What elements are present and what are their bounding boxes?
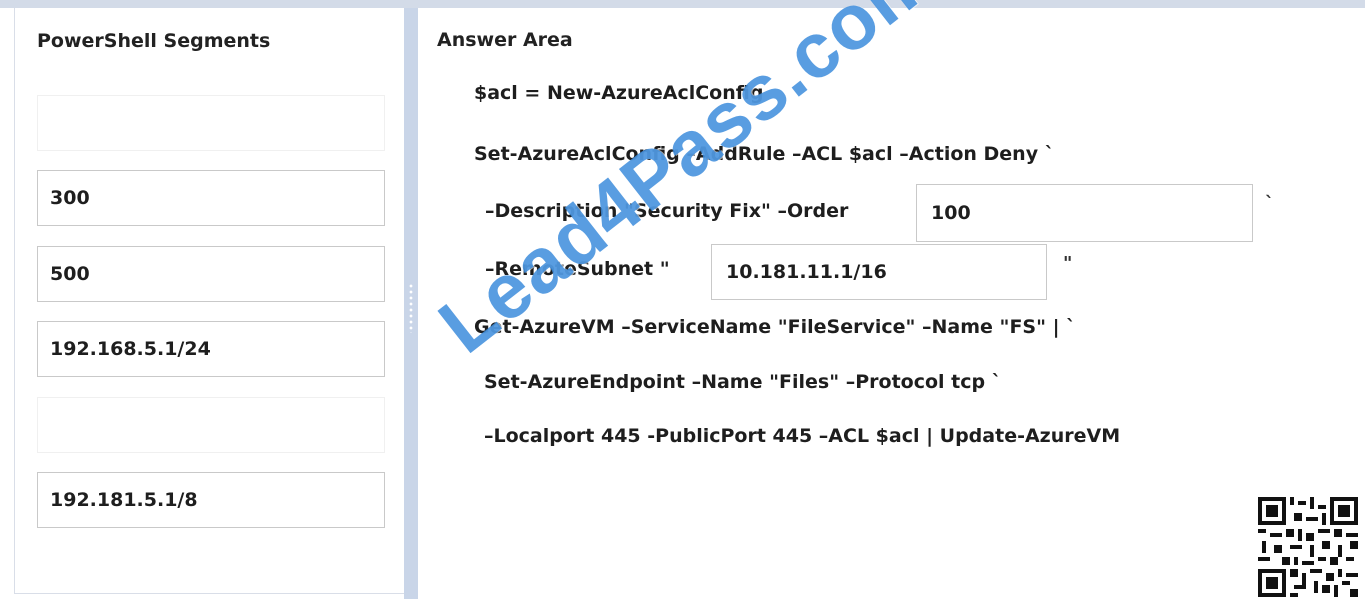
segment-slot-empty[interactable] (37, 95, 385, 151)
code-line-5: Get-AzureVM –ServiceName "FileService" –… (474, 316, 1076, 338)
segments-panel-title: PowerShell Segments (37, 30, 271, 52)
segment-192-181-5-1-8[interactable]: 192.181.5.1/8 (37, 472, 385, 528)
code-line-6: Set-AzureEndpoint –Name "Files" –Protoco… (484, 371, 1002, 393)
code-line-4: –RemoteSubnet " (485, 258, 670, 280)
line-continuation: ` (1265, 193, 1274, 214)
code-line-3: –Description "Security Fix" –Order (485, 200, 849, 222)
order-drop-target[interactable]: 100 (916, 184, 1253, 242)
segment-300[interactable]: 300 (37, 170, 385, 226)
segment-500[interactable]: 500 (37, 246, 385, 302)
code-line-2: Set-AzureAclConfig –AddRule –ACL $acl –A… (474, 143, 1055, 165)
drag-drop-question: PowerShell Segments 300 500 192.168.5.1/… (0, 0, 1365, 599)
grip-dots-icon (409, 283, 413, 333)
code-line-1: $acl = New-AzureAclConfig (474, 82, 764, 104)
qr-code-icon (1258, 497, 1358, 597)
closing-quote: " (1063, 253, 1073, 274)
segment-slot-empty[interactable] (37, 397, 385, 453)
remote-subnet-drop-target[interactable]: 10.181.11.1/16 (711, 244, 1047, 300)
code-line-7: –Localport 445 -PublicPort 445 –ACL $acl… (484, 425, 1121, 447)
top-border (0, 0, 1365, 8)
panel-splitter[interactable] (404, 8, 418, 599)
answer-area-title: Answer Area (437, 29, 573, 51)
segment-192-168-5-1-24[interactable]: 192.168.5.1/24 (37, 321, 385, 377)
